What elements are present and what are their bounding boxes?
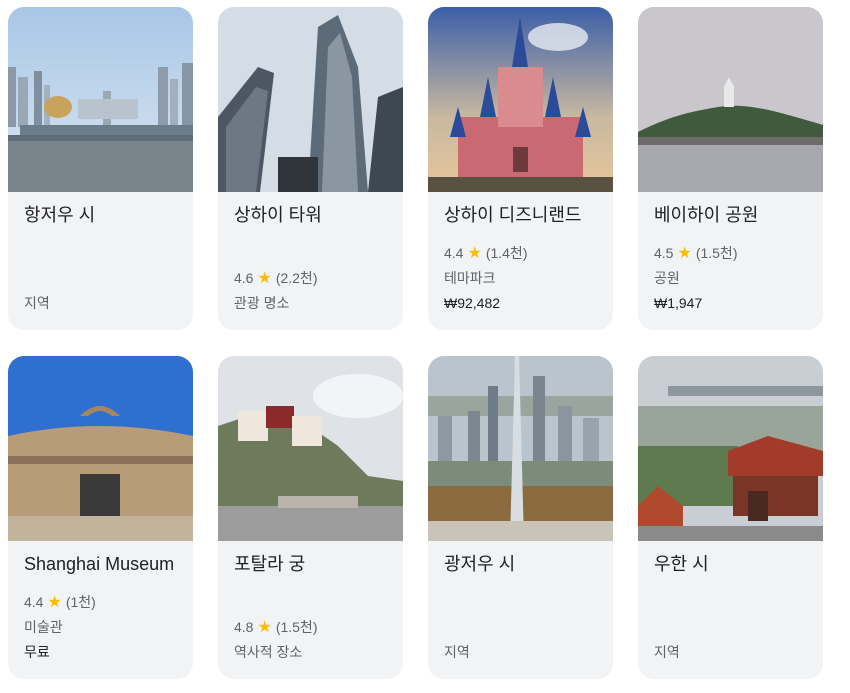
place-name[interactable]: 항저우 시 <box>24 203 95 227</box>
review-count: (1.5천) <box>695 245 738 261</box>
place-card-shanghai-museum[interactable]: Shanghai Museum 4.4 ★ (1천) 미술관 무료 <box>8 356 193 679</box>
place-photo <box>638 356 823 541</box>
place-name[interactable]: Shanghai Museum <box>24 552 174 576</box>
place-card-shanghai-disneyland[interactable]: 상하이 디즈니랜드 4.4 ★ (1.4천) 테마파크 ₩92,482 <box>428 7 613 330</box>
rating-value: 4.4 <box>444 245 464 261</box>
star-icon: ★ <box>257 618 272 636</box>
place-category: 미술관 <box>24 619 63 635</box>
place-name[interactable]: 포탈라 궁 <box>234 552 305 576</box>
place-name[interactable]: 광저우 시 <box>444 552 515 576</box>
review-count: (2.2천) <box>275 270 318 286</box>
star-icon: ★ <box>47 593 62 611</box>
rating-row: 4.4 ★ (1.4천) <box>444 241 601 266</box>
place-photo <box>8 7 193 192</box>
places-grid: 항저우 시 지역 상하이 타워 4.6 ★ (2.2천) 관광 명소 상하이 디… <box>8 7 823 679</box>
review-count: (1.5천) <box>275 619 318 635</box>
place-name[interactable]: 우한 시 <box>654 552 709 576</box>
place-card-shanghai-tower[interactable]: 상하이 타워 4.6 ★ (2.2천) 관광 명소 <box>218 7 403 330</box>
place-price: 무료 <box>24 644 50 660</box>
place-category: 지역 <box>24 295 50 311</box>
place-category: 지역 <box>654 644 680 660</box>
rating-row: 4.6 ★ (2.2천) <box>234 266 391 291</box>
rating-value: 4.6 <box>234 270 254 286</box>
place-card-hangzhou[interactable]: 항저우 시 지역 <box>8 7 193 330</box>
rating-row: 4.5 ★ (1.5천) <box>654 241 811 266</box>
star-icon: ★ <box>677 244 692 262</box>
place-name[interactable]: 베이하이 공원 <box>654 203 758 227</box>
place-card-guangzhou[interactable]: 광저우 시 지역 <box>428 356 613 679</box>
place-card-wuhan[interactable]: 우한 시 지역 <box>638 356 823 679</box>
star-icon: ★ <box>257 269 272 287</box>
rating-value: 4.5 <box>654 245 674 261</box>
place-photo <box>218 7 403 192</box>
rating-row: 4.8 ★ (1.5천) <box>234 615 391 640</box>
place-photo <box>8 356 193 541</box>
rating-value: 4.4 <box>24 594 44 610</box>
place-card-beihai-park[interactable]: 베이하이 공원 4.5 ★ (1.5천) 공원 ₩1,947 <box>638 7 823 330</box>
review-count: (1.4천) <box>485 245 528 261</box>
place-name[interactable]: 상하이 디즈니랜드 <box>444 203 581 227</box>
rating-row: 4.4 ★ (1천) <box>24 590 181 615</box>
place-category: 공원 <box>654 270 680 286</box>
rating-value: 4.8 <box>234 619 254 635</box>
place-category: 테마파크 <box>444 270 496 286</box>
place-card-potala-palace[interactable]: 포탈라 궁 4.8 ★ (1.5천) 역사적 장소 <box>218 356 403 679</box>
place-photo <box>638 7 823 192</box>
place-price: ₩1,947 <box>654 295 703 311</box>
place-photo <box>428 356 613 541</box>
place-name[interactable]: 상하이 타워 <box>234 203 322 227</box>
place-photo <box>428 7 613 192</box>
review-count: (1천) <box>65 594 96 610</box>
place-category: 역사적 장소 <box>234 644 303 660</box>
star-icon: ★ <box>467 244 482 262</box>
place-price: ₩92,482 <box>444 295 501 311</box>
place-photo <box>218 356 403 541</box>
place-category: 지역 <box>444 644 470 660</box>
place-category: 관광 명소 <box>234 295 290 311</box>
